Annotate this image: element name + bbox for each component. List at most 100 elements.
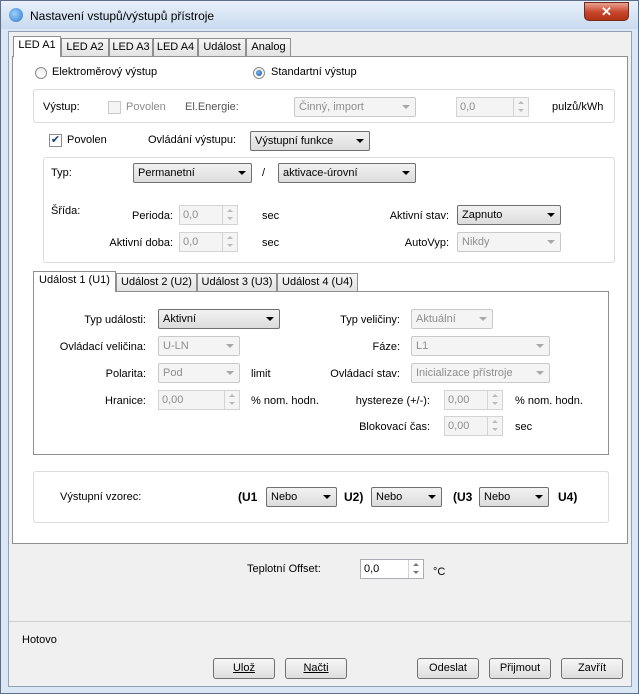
active-time-value: 0,0 bbox=[183, 236, 199, 248]
load-button[interactable]: Načti bbox=[285, 658, 347, 679]
activation-value: aktivace-úrovní bbox=[283, 167, 358, 179]
threshold-value: 0,00 bbox=[162, 394, 184, 406]
chevron-down-icon bbox=[226, 371, 234, 375]
temp-offset-value: 0,0 bbox=[364, 563, 380, 575]
tab-event-4[interactable]: Událost 4 (U4) bbox=[277, 273, 358, 292]
formula-u4: U4) bbox=[558, 490, 578, 504]
polarity-combo[interactable]: Pod bbox=[158, 363, 240, 383]
block-time-unit: sec bbox=[515, 421, 533, 433]
tab-led-a2[interactable]: LED A2 bbox=[61, 38, 109, 57]
autovyp-combo[interactable]: Nikdy bbox=[457, 232, 561, 252]
led-a1-panel: Elektroměrový výstup Standartní výstup V… bbox=[12, 56, 628, 544]
control-state-combo[interactable]: Inicializace přístroje bbox=[411, 363, 550, 383]
spin-arrows-icon[interactable] bbox=[222, 233, 237, 251]
active-state-label: Aktivní stav: bbox=[389, 210, 449, 222]
type-value: Permanetní bbox=[138, 167, 195, 179]
spin-arrows-icon[interactable] bbox=[224, 391, 239, 409]
phase-label: Fáze: bbox=[372, 341, 400, 353]
pulse-spinbox[interactable]: 0,0 bbox=[456, 97, 529, 117]
receive-button-label: Přijmout bbox=[499, 662, 541, 674]
polarity-label: Polarita: bbox=[105, 368, 146, 380]
phase-combo[interactable]: L1 bbox=[411, 336, 550, 356]
enabled-checkbox[interactable]: ✔ bbox=[49, 134, 62, 147]
period-unit: sec bbox=[262, 210, 280, 222]
tab-event-1[interactable]: Událost 1 (U1) bbox=[33, 271, 116, 292]
tab-led-a3[interactable]: LED A3 bbox=[109, 38, 153, 57]
dialog-client-area: LED A1 LED A2 LED A3 LED A4 Událost Anal… bbox=[8, 31, 632, 687]
standard-output-radio[interactable] bbox=[253, 67, 265, 79]
title-bar[interactable]: Nastavení vstupů/výstupů přístroje ✕ bbox=[1, 1, 638, 29]
energy-output-radio[interactable] bbox=[35, 67, 47, 79]
chevron-down-icon bbox=[535, 495, 543, 499]
temp-offset-spinbox[interactable]: 0,0 bbox=[360, 559, 424, 579]
qty-type-combo[interactable]: Aktuální bbox=[411, 309, 493, 329]
close-button[interactable]: Zavřít bbox=[561, 658, 623, 679]
event-type-label: Typ události: bbox=[84, 314, 146, 326]
output-control-combo[interactable]: Výstupní funkce bbox=[250, 131, 370, 151]
autovyp-label: AutoVyp: bbox=[404, 237, 449, 249]
el-energie-combo[interactable]: Činný, import bbox=[294, 97, 416, 117]
control-qty-label: Ovládací veličina: bbox=[59, 341, 146, 353]
tab-event-2[interactable]: Událost 2 (U2) bbox=[116, 273, 197, 292]
standard-output-label: Standartní výstup bbox=[271, 66, 357, 78]
formula-op2-combo[interactable]: Nebo bbox=[371, 487, 442, 507]
tab-led-a1[interactable]: LED A1 bbox=[13, 36, 61, 57]
event-type-combo[interactable]: Aktivní bbox=[158, 309, 280, 329]
formula-op2-value: Nebo bbox=[376, 491, 403, 503]
chevron-down-icon bbox=[402, 171, 410, 175]
formula-u2: U2) bbox=[344, 490, 364, 504]
el-energie-value: Činný, import bbox=[299, 101, 364, 113]
tab-analog[interactable]: Analog bbox=[246, 38, 291, 57]
tab-udalost[interactable]: Událost bbox=[198, 38, 246, 57]
spin-arrows-icon[interactable] bbox=[513, 98, 528, 116]
control-qty-combo[interactable]: U-LN bbox=[158, 336, 240, 356]
formula-u1: (U1 bbox=[238, 490, 258, 504]
pulse-value: 0,0 bbox=[460, 101, 476, 113]
output-control-value: Výstupní funkce bbox=[255, 135, 334, 147]
hysteresis-value: 0,00 bbox=[448, 394, 470, 406]
tab-event-3[interactable]: Událost 3 (U3) bbox=[197, 273, 277, 292]
active-state-combo[interactable]: Zapnuto bbox=[457, 205, 561, 225]
close-button-label: Zavřít bbox=[577, 662, 607, 674]
spin-arrows-icon[interactable] bbox=[222, 206, 237, 224]
threshold-spinbox[interactable]: 0,00 bbox=[158, 390, 240, 410]
save-button[interactable]: Ulož bbox=[213, 658, 275, 679]
control-qty-value: U-LN bbox=[163, 340, 189, 352]
block-time-spinbox[interactable]: 0,00 bbox=[444, 416, 503, 436]
window-close-button[interactable]: ✕ bbox=[584, 2, 629, 21]
polarity-value: Pod bbox=[163, 367, 183, 379]
tab-led-a4[interactable]: LED A4 bbox=[153, 38, 198, 57]
chevron-down-icon bbox=[428, 495, 436, 499]
formula-op1-combo[interactable]: Nebo bbox=[266, 487, 337, 507]
spin-arrows-icon[interactable] bbox=[487, 391, 502, 409]
activation-combo[interactable]: aktivace-úrovní bbox=[278, 163, 416, 183]
control-state-label: Ovládací stav: bbox=[330, 368, 400, 380]
send-button-label: Odeslat bbox=[429, 662, 467, 674]
type-slash: / bbox=[262, 167, 266, 179]
control-state-value: Inicializace přístroje bbox=[416, 367, 513, 379]
formula-op3-combo[interactable]: Nebo bbox=[479, 487, 549, 507]
type-combo[interactable]: Permanetní bbox=[133, 163, 252, 183]
period-spinbox[interactable]: 0,0 bbox=[179, 205, 238, 225]
hysteresis-spinbox[interactable]: 0,00 bbox=[444, 390, 503, 410]
threshold-label: Hranice: bbox=[105, 395, 146, 407]
chevron-down-icon bbox=[356, 139, 364, 143]
chevron-down-icon bbox=[479, 317, 487, 321]
temp-offset-label: Teplotní Offset: bbox=[247, 563, 321, 575]
send-button[interactable]: Odeslat bbox=[417, 658, 479, 679]
spin-arrows-icon[interactable] bbox=[487, 417, 502, 435]
active-time-spinbox[interactable]: 0,0 bbox=[179, 232, 238, 252]
status-text: Hotovo bbox=[22, 634, 57, 646]
hysteresis-label: hystereze (+/-): bbox=[355, 395, 430, 407]
period-label: Perioda: bbox=[132, 210, 173, 222]
energy-enabled-checkbox[interactable] bbox=[108, 101, 121, 114]
enabled-label: Povolen bbox=[67, 134, 107, 146]
block-time-value: 0,00 bbox=[448, 420, 470, 432]
chevron-down-icon bbox=[547, 240, 555, 244]
spin-arrows-icon[interactable] bbox=[408, 560, 423, 578]
active-state-value: Zapnuto bbox=[462, 209, 503, 221]
app-icon bbox=[9, 8, 23, 22]
receive-button[interactable]: Přijmout bbox=[489, 658, 551, 679]
event-type-value: Aktivní bbox=[163, 313, 197, 325]
type-label: Typ: bbox=[51, 167, 72, 179]
